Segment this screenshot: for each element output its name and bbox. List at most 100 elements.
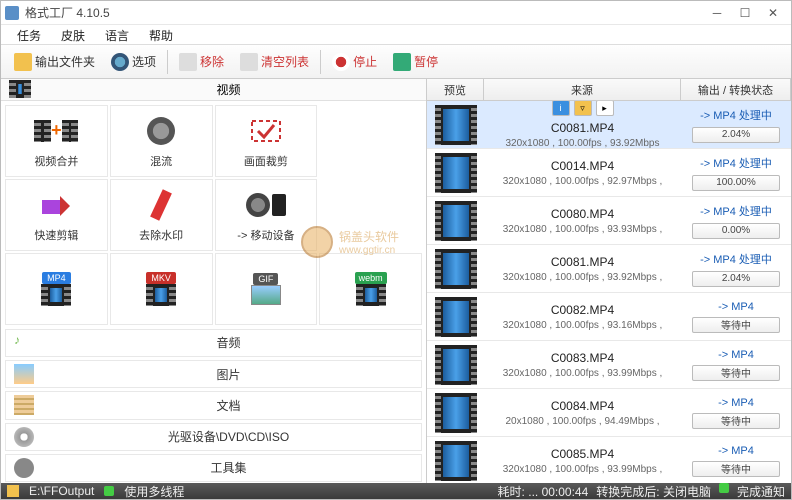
remove-label: 移除 xyxy=(200,53,224,70)
progress-button[interactable]: 2.04% xyxy=(692,127,780,143)
queue-row[interactable]: i▿▸C0081.MP4320x1080 , 100.00fps , 93.92… xyxy=(427,101,791,149)
col-status[interactable]: 输出 / 转换状态 xyxy=(681,79,791,100)
progress-button[interactable]: 等待中 xyxy=(692,413,780,429)
minimize-button[interactable]: ─ xyxy=(703,3,731,23)
status-text: -> MP4 处理中 xyxy=(700,155,772,171)
to-webm[interactable]: webm xyxy=(319,253,422,325)
stop-button[interactable]: 停止 xyxy=(325,49,384,75)
output-path[interactable]: E:\FFOutput xyxy=(29,484,94,498)
status-text: -> MP4 处理中 xyxy=(700,251,772,267)
thumbnail xyxy=(427,245,484,292)
queue-row[interactable]: C0014.MP4320x1080 , 100.00fps , 92.97Mbp… xyxy=(427,149,791,197)
options-button[interactable]: 选项 xyxy=(104,49,163,75)
status-text: -> MP4 xyxy=(718,445,754,457)
image-category[interactable]: 图片 xyxy=(5,360,422,388)
maximize-button[interactable]: ☐ xyxy=(731,3,759,23)
video-merge[interactable]: +视频合并 xyxy=(5,105,108,177)
file-name: C0083.MP4 xyxy=(551,351,614,365)
menu-help[interactable]: 帮助 xyxy=(139,25,183,44)
to-mkv[interactable]: MKV xyxy=(110,253,213,325)
status-cell: -> MP4 等待中 xyxy=(681,293,791,340)
file-name: C0081.MP4 xyxy=(551,121,614,135)
after-label: 转换完成后: xyxy=(596,485,659,499)
info-icon[interactable]: i xyxy=(552,101,570,116)
output-folder-label: 输出文件夹 xyxy=(35,53,95,70)
options-label: 选项 xyxy=(132,53,156,70)
quick-trim[interactable]: 快速剪辑 xyxy=(5,179,108,251)
separator xyxy=(320,50,321,74)
video-tool-grid: +视频合并 混流 画面裁剪 快速剪辑 去除水印 -> 移动设备 MP4 MKV … xyxy=(1,101,426,329)
file-name: C0085.MP4 xyxy=(551,447,614,461)
status-cell: -> MP4等待中 xyxy=(681,341,791,388)
progress-button[interactable]: 2.04% xyxy=(692,271,780,287)
queue-row[interactable]: C0085.MP4 320x1080 , 100.00fps , 93.99Mbp… xyxy=(427,437,791,485)
to-mp4[interactable]: MP4 xyxy=(5,253,108,325)
status-text: -> MP4 xyxy=(718,301,754,313)
menu-skin[interactable]: 皮肤 xyxy=(51,25,95,44)
open-folder-icon[interactable]: ▿ xyxy=(574,101,592,116)
disc-icon xyxy=(14,427,34,447)
video-mux[interactable]: 混流 xyxy=(110,105,213,177)
notify-checkbox[interactable] xyxy=(719,483,729,493)
col-source[interactable]: 来源 xyxy=(484,79,681,100)
remove-watermark[interactable]: 去除水印 xyxy=(110,179,213,251)
close-button[interactable]: ✕ xyxy=(759,3,787,23)
file-name: C0014.MP4 xyxy=(551,159,614,173)
queue-row[interactable]: C0083.MP4320x1080 , 100.00fps , 93.99Mbp… xyxy=(427,341,791,389)
thumbnail xyxy=(427,389,484,436)
after-value[interactable]: 关闭电脑 xyxy=(663,485,711,499)
document-category[interactable]: 文档 xyxy=(5,391,422,419)
source-cell: C0080.MP4320x1080 , 100.00fps , 93.93Mbp… xyxy=(484,197,681,244)
thumbnail xyxy=(427,293,484,340)
pause-label: 暂停 xyxy=(414,53,438,70)
note-icon: ♪ xyxy=(14,333,34,353)
multithread-checkbox[interactable] xyxy=(104,486,114,496)
audio-category[interactable]: ♪音频 xyxy=(5,329,422,357)
empty-cell xyxy=(319,105,422,177)
video-category-header[interactable]: 视频 xyxy=(1,79,426,101)
queue-row[interactable]: C0081.MP4320x1080 , 100.00fps , 93.92Mbp… xyxy=(427,245,791,293)
queue-row[interactable]: C0080.MP4320x1080 , 100.00fps , 93.93Mbp… xyxy=(427,197,791,245)
output-folder-button[interactable]: 输出文件夹 xyxy=(7,49,102,75)
folder-icon[interactable] xyxy=(7,485,19,497)
queue-panel: 预览 来源 输出 / 转换状态 i▿▸C0081.MP4320x1080 , 1… xyxy=(427,79,791,485)
progress-button[interactable]: 100.00% xyxy=(692,175,780,191)
folder-icon xyxy=(14,53,32,71)
col-preview[interactable]: 预览 xyxy=(427,79,484,100)
video-icon xyxy=(9,80,31,98)
disc-category[interactable]: 光驱设备\DVD\CD\ISO xyxy=(5,423,422,451)
file-meta: 320x1080 , 100.00fps , 93.93Mbps , xyxy=(503,224,663,235)
menu-task[interactable]: 任务 xyxy=(7,25,51,44)
clear-button[interactable]: 清空列表 xyxy=(233,49,316,75)
thumbnail xyxy=(427,149,484,196)
progress-button[interactable]: 等待中 xyxy=(692,365,780,381)
play-icon[interactable]: ▸ xyxy=(596,101,614,116)
progress-button[interactable]: 等待中 xyxy=(692,317,780,333)
app-icon xyxy=(5,6,19,20)
to-mobile[interactable]: -> 移动设备 xyxy=(215,179,318,251)
file-meta: 320x1080 , 100.00fps , 93.92Mbps , xyxy=(503,272,663,283)
tools-category[interactable]: 工具集 xyxy=(5,454,422,482)
main-area: 视频 +视频合并 混流 画面裁剪 快速剪辑 去除水印 -> 移动设备 MP4 M… xyxy=(1,79,791,485)
status-text: -> MP4 处理中 xyxy=(700,107,772,123)
status-cell: -> MP4 处理中 0.00% xyxy=(681,197,791,244)
remove-button[interactable]: 移除 xyxy=(172,49,231,75)
file-name: C0084.MP4 xyxy=(551,399,614,413)
to-gif[interactable]: GIF xyxy=(215,253,318,325)
file-meta: 320x1080 , 100.00fps , 93.99Mbps , xyxy=(503,464,663,475)
queue-row[interactable]: C0082.MP4320x1080 , 100.00fps , 93.16Mbp… xyxy=(427,293,791,341)
source-cell: C0082.MP4320x1080 , 100.00fps , 93.16Mbp… xyxy=(484,293,681,340)
clear-label: 清空列表 xyxy=(261,53,309,70)
status-text: -> MP4 处理中 xyxy=(700,203,772,219)
menu-language[interactable]: 语言 xyxy=(95,25,139,44)
queue-list[interactable]: i▿▸C0081.MP4320x1080 , 100.00fps , 93.92… xyxy=(427,101,791,485)
progress-button[interactable]: 0.00% xyxy=(692,223,780,239)
progress-button[interactable]: 等待中 xyxy=(692,461,780,477)
queue-row[interactable]: C0084.MP420x1080 , 100.00fps , 94.49Mbps… xyxy=(427,389,791,437)
document-icon xyxy=(14,395,34,415)
window-title: 格式工厂 4.10.5 xyxy=(25,4,703,21)
stop-icon xyxy=(332,53,350,71)
multithread-label: 使用多线程 xyxy=(124,483,184,500)
video-crop[interactable]: 画面裁剪 xyxy=(215,105,318,177)
pause-button[interactable]: 暂停 xyxy=(386,49,445,75)
